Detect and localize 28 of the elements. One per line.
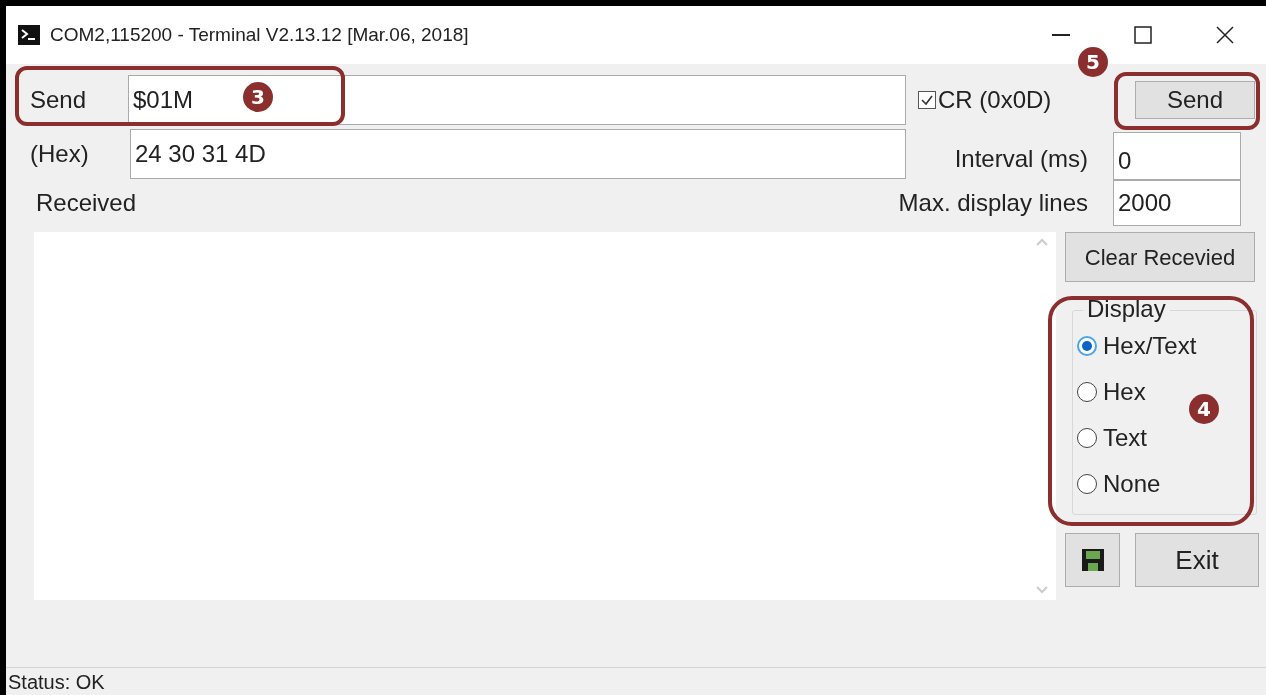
save-button[interactable] bbox=[1065, 533, 1120, 587]
cr-checkbox[interactable]: CR (0x0D) bbox=[918, 82, 1113, 118]
exit-button[interactable]: Exit bbox=[1135, 533, 1259, 587]
received-label: Received bbox=[35, 188, 138, 218]
interval-field[interactable]: 0 bbox=[1113, 132, 1241, 180]
received-text-area[interactable] bbox=[34, 232, 1056, 600]
check-icon bbox=[920, 93, 934, 107]
interval-label: Interval (ms) bbox=[953, 144, 1088, 174]
status-text: Status: OK bbox=[7, 669, 105, 695]
maximize-icon bbox=[1134, 26, 1152, 44]
window-title: COM2,115200 - Terminal V2.13.12 [Mar.06, 2018] bbox=[50, 22, 469, 47]
hex-field: 24 30 31 4D bbox=[130, 129, 906, 179]
terminal-icon bbox=[18, 25, 40, 45]
scroll-up-icon[interactable] bbox=[1036, 238, 1048, 246]
callout-number: 4 bbox=[1189, 394, 1219, 424]
send-button[interactable]: Send bbox=[1135, 81, 1255, 119]
send-label: Send bbox=[29, 85, 88, 115]
callout-number: 5 bbox=[1078, 47, 1108, 77]
hex-label: (Hex) bbox=[29, 139, 90, 169]
max-lines-field[interactable]: 2000 bbox=[1113, 180, 1241, 226]
display-radio-option[interactable]: None bbox=[1077, 467, 1256, 501]
scroll-down-icon[interactable] bbox=[1036, 586, 1048, 594]
max-lines-label: Max. display lines bbox=[897, 188, 1088, 218]
display-radio-option[interactable]: Hex/Text bbox=[1077, 329, 1256, 363]
display-radio-option[interactable]: Text bbox=[1077, 421, 1256, 455]
minimize-icon bbox=[1052, 34, 1070, 36]
clear-received-button[interactable]: Clear Recevied bbox=[1065, 232, 1255, 282]
close-icon bbox=[1216, 26, 1234, 44]
